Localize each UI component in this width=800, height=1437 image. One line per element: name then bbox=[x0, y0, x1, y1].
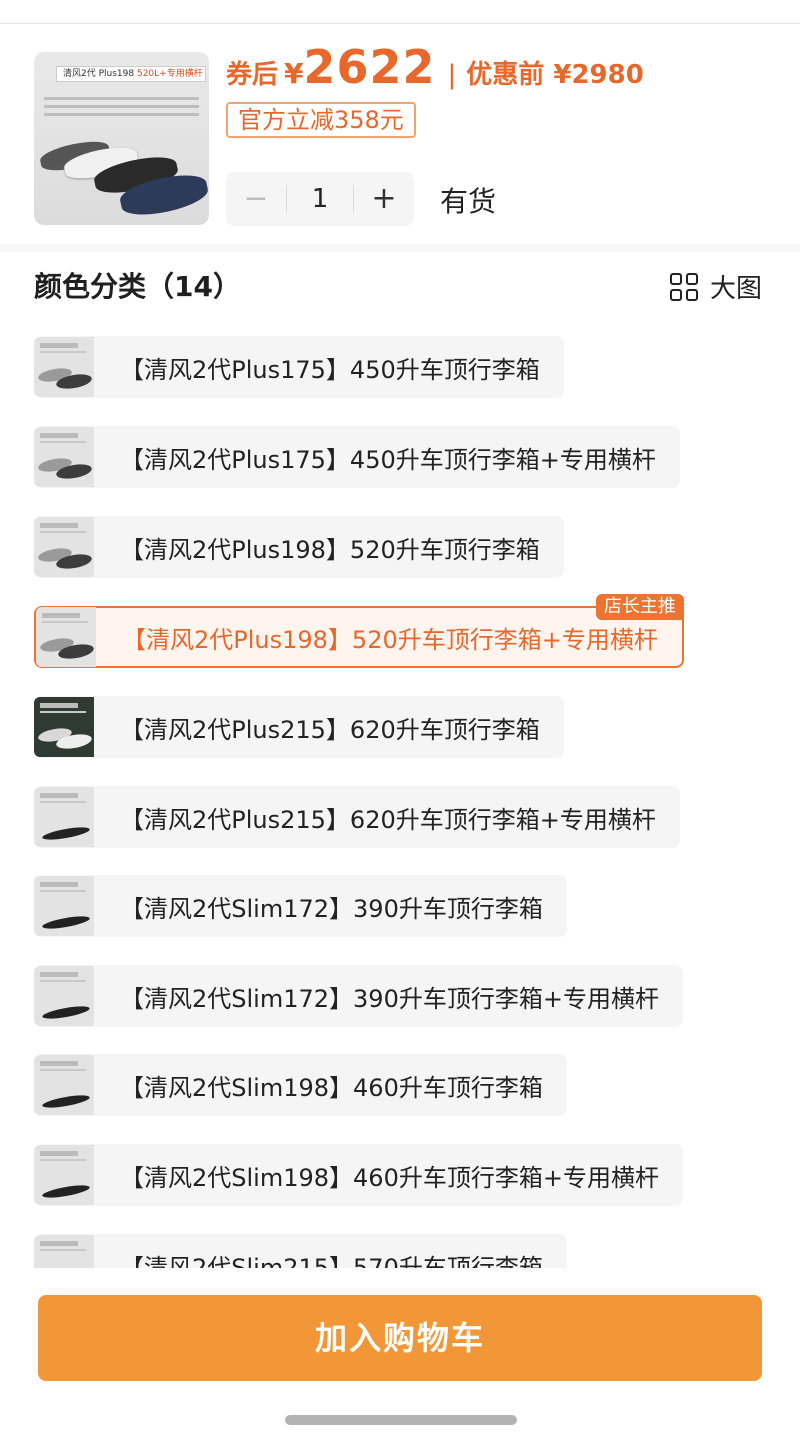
variant-thumbnail bbox=[34, 876, 94, 936]
price-row: 券后 ¥ 2622 | 优惠前 ¥2980 bbox=[226, 40, 644, 96]
variant-thumbnail bbox=[34, 1055, 94, 1115]
big-image-label: 大图 bbox=[710, 274, 763, 304]
top-bar-edge bbox=[0, 0, 800, 24]
product-thumbnail[interactable]: 清风2代 Plus198 520L+专用横杆 bbox=[34, 52, 209, 225]
recommend-badge: 店长主推 bbox=[595, 594, 684, 620]
thumbnail-spec-lines bbox=[44, 92, 199, 132]
variant-list: 【清风2代Plus175】450升车顶行李箱 【清风2代Plus175】450升… bbox=[0, 336, 800, 1268]
variant-label: 【清风2代Plus198】520升车顶行李箱+专用横杆 bbox=[122, 625, 658, 654]
currency-symbol: ¥ bbox=[284, 57, 304, 90]
bottom-bar: 加入购物车 bbox=[0, 1268, 800, 1437]
add-to-cart-button[interactable]: 加入购物车 bbox=[38, 1295, 762, 1381]
variant-option[interactable]: 【清风2代Slim215】570升车顶行李箱 bbox=[34, 1234, 567, 1268]
variant-thumbnail bbox=[34, 517, 94, 577]
increase-button[interactable]: + bbox=[354, 172, 414, 226]
variant-label: 【清风2代Plus175】450升车顶行李箱 bbox=[120, 355, 540, 384]
variant-thumbnail bbox=[34, 427, 94, 487]
variant-label: 【清风2代Plus198】520升车顶行李箱 bbox=[120, 535, 540, 564]
variant-label: 【清风2代Slim215】570升车顶行李箱 bbox=[120, 1253, 543, 1269]
variant-option[interactable]: 【清风2代Plus175】450升车顶行李箱+专用横杆 bbox=[34, 426, 680, 488]
variant-option[interactable]: 【清风2代Plus175】450升车顶行李箱 bbox=[34, 336, 564, 398]
variant-label: 【清风2代Plus175】450升车顶行李箱+专用横杆 bbox=[120, 445, 656, 474]
variant-label: 【清风2代Slim198】460升车顶行李箱 bbox=[120, 1073, 543, 1102]
quantity-stepper: − 1 + bbox=[226, 172, 414, 226]
grid-icon bbox=[670, 272, 698, 301]
variant-thumbnail bbox=[34, 697, 94, 757]
section-divider bbox=[0, 244, 800, 252]
variant-thumbnail bbox=[36, 607, 96, 667]
variant-thumbnail bbox=[34, 787, 94, 847]
variant-option[interactable]: 【清风2代Plus198】520升车顶行李箱 bbox=[34, 516, 564, 578]
variant-option[interactable]: 【清风2代Plus215】620升车顶行李箱+专用横杆 bbox=[34, 786, 680, 848]
variant-option[interactable]: 【清风2代Slim198】460升车顶行李箱 bbox=[34, 1054, 567, 1116]
variant-thumbnail bbox=[34, 966, 94, 1026]
price-after-label: 券后 bbox=[226, 60, 279, 90]
section-title: 颜色分类（14） bbox=[34, 270, 241, 303]
variant-thumbnail bbox=[34, 337, 94, 397]
price-separator: | bbox=[447, 60, 457, 90]
price-after-value: 2622 bbox=[303, 40, 436, 94]
stock-status: 有货 bbox=[440, 185, 497, 218]
thumbnail-tag: 清风2代 Plus198 520L+专用横杆 bbox=[56, 66, 206, 82]
decrease-button[interactable]: − bbox=[226, 172, 286, 226]
variant-label: 【清风2代Slim172】390升车顶行李箱+专用横杆 bbox=[120, 984, 659, 1013]
home-indicator[interactable] bbox=[285, 1415, 517, 1425]
variant-thumbnail bbox=[34, 1235, 94, 1268]
variant-label: 【清风2代Slim198】460升车顶行李箱+专用横杆 bbox=[120, 1163, 659, 1192]
variant-option[interactable]: 【清风2代Slim172】390升车顶行李箱 bbox=[34, 875, 567, 937]
variant-option-selected[interactable]: 【清风2代Plus198】520升车顶行李箱+专用横杆 店长主推 bbox=[34, 594, 684, 668]
price-before: 优惠前 ¥2980 bbox=[466, 60, 644, 90]
variant-option[interactable]: 【清风2代Slim198】460升车顶行李箱+专用横杆 bbox=[34, 1144, 683, 1206]
variant-thumbnail bbox=[34, 1145, 94, 1205]
variant-option[interactable]: 【清风2代Plus215】620升车顶行李箱 bbox=[34, 696, 564, 758]
quantity-value[interactable]: 1 bbox=[286, 185, 354, 213]
variant-label: 【清风2代Slim172】390升车顶行李箱 bbox=[120, 894, 543, 923]
variant-label: 【清风2代Plus215】620升车顶行李箱 bbox=[120, 715, 540, 744]
discount-badge: 官方立减358元 bbox=[226, 102, 416, 138]
variant-option[interactable]: 【清风2代Slim172】390升车顶行李箱+专用横杆 bbox=[34, 965, 683, 1027]
big-image-toggle[interactable]: 大图 bbox=[670, 268, 762, 305]
variant-label: 【清风2代Plus215】620升车顶行李箱+专用横杆 bbox=[120, 805, 656, 834]
